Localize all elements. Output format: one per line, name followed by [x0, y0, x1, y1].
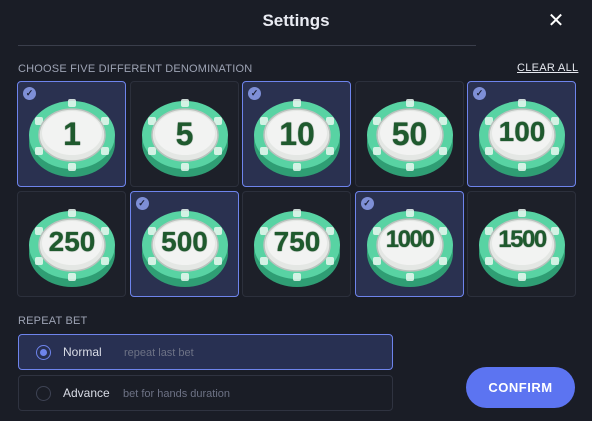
confirm-button[interactable]: CONFIRM — [466, 367, 575, 408]
denomination-grid: ✓ 1 5 ✓ 10 50 ✓ 100 250 ✓ 500 750 ✓ 1000 1500 — [17, 81, 576, 297]
poker-chip-icon: 10 — [252, 91, 342, 181]
repeat-bet-label: REPEAT BET — [18, 315, 88, 327]
radio-button[interactable] — [36, 386, 51, 401]
poker-chip-icon: 1 — [27, 91, 117, 181]
header-divider — [18, 45, 476, 46]
poker-chip-icon: 50 — [365, 91, 455, 181]
repeat-option-advance[interactable]: Advance bet for hands duration — [18, 375, 393, 411]
chip-value: 1000 — [385, 226, 435, 253]
radio-button[interactable] — [36, 345, 51, 360]
option-description: repeat last bet — [124, 347, 194, 359]
chip-tile-1[interactable]: ✓ 1 — [17, 81, 126, 187]
poker-chip-icon: 500 — [140, 201, 230, 291]
poker-chip-icon: 750 — [252, 201, 342, 291]
chip-value: 500 — [161, 226, 208, 257]
chip-value: 1500 — [498, 226, 547, 253]
chip-tile-5[interactable]: 5 — [129, 81, 239, 187]
chip-value: 50 — [391, 116, 428, 152]
settings-title: Settings — [262, 11, 330, 30]
chip-tile-1500[interactable]: 1500 — [467, 191, 576, 297]
chip-tile-1000[interactable]: ✓ 1000 — [354, 191, 464, 297]
poker-chip-icon: 250 — [27, 201, 117, 291]
denomination-section-label: CHOOSE FIVE DIFFERENT DENOMINATION — [18, 63, 253, 75]
repeat-option-normal[interactable]: Normal repeat last bet — [18, 334, 393, 370]
chip-value: 1 — [63, 116, 81, 152]
poker-chip-icon: 100 — [477, 91, 567, 181]
chip-value: 750 — [273, 226, 321, 257]
chip-tile-10[interactable]: ✓ 10 — [242, 81, 351, 187]
clear-all-link[interactable]: CLEAR ALL — [517, 62, 578, 74]
chip-value: 100 — [498, 116, 546, 147]
close-icon[interactable]: ✕ — [545, 10, 567, 32]
chip-value: 5 — [175, 116, 194, 152]
poker-chip-icon: 5 — [140, 91, 230, 181]
chip-tile-50[interactable]: 50 — [354, 81, 464, 187]
chip-tile-750[interactable]: 750 — [242, 191, 351, 297]
chip-tile-500[interactable]: ✓ 500 — [129, 191, 239, 297]
option-name: Advance — [63, 386, 110, 400]
chip-tile-100[interactable]: ✓ 100 — [467, 81, 576, 187]
option-description: bet for hands duration — [123, 388, 231, 400]
chip-tile-250[interactable]: 250 — [17, 191, 126, 297]
option-name: Normal — [63, 345, 102, 359]
chip-value: 10 — [279, 116, 315, 152]
poker-chip-icon: 1500 — [477, 201, 567, 291]
poker-chip-icon: 1000 — [365, 201, 455, 291]
chip-value: 250 — [48, 226, 96, 257]
